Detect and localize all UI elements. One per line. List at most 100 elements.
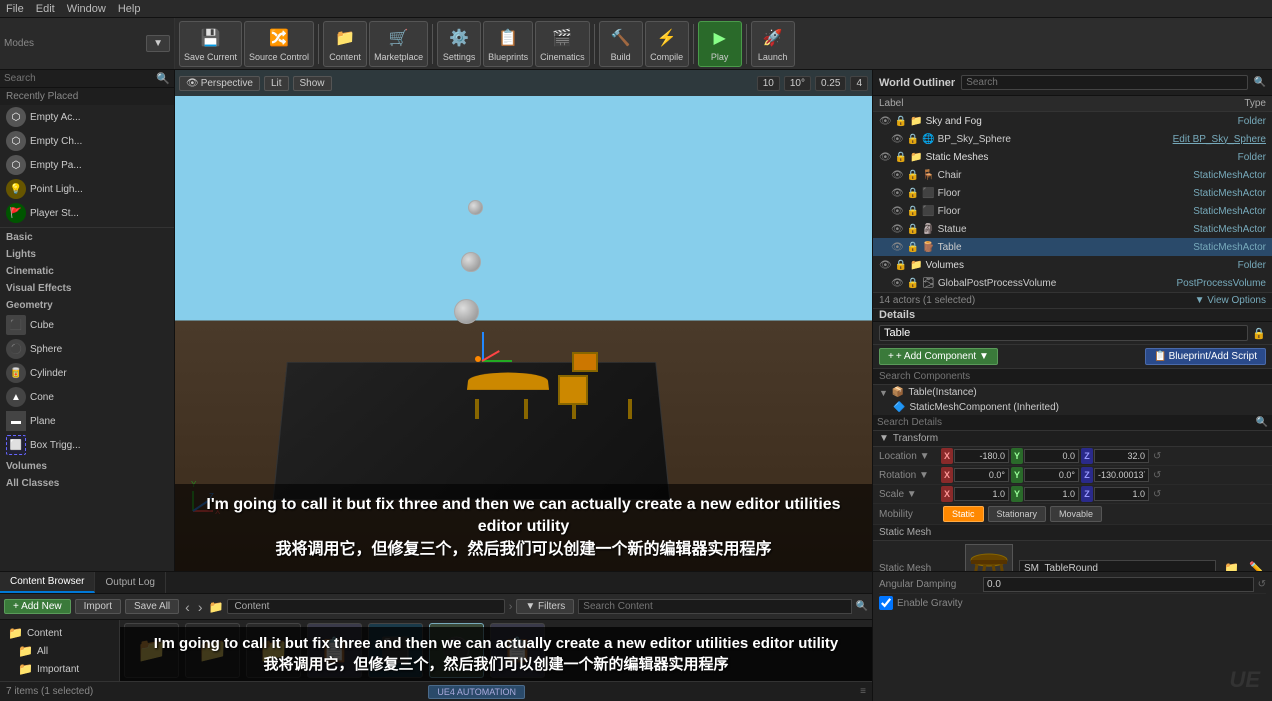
- menu-edit[interactable]: Edit: [36, 3, 55, 15]
- cat-volumes[interactable]: Volumes: [0, 457, 174, 474]
- list-item[interactable]: ▬ Plane: [0, 409, 174, 433]
- content-search-input[interactable]: [578, 599, 851, 614]
- outliner-row[interactable]: 👁 🔒 📁 Static Meshes Folder: [873, 148, 1272, 166]
- save-current-button[interactable]: 💾 Save Current: [179, 21, 242, 67]
- transform-section-header[interactable]: ▼ Transform: [873, 431, 1272, 447]
- outliner-row[interactable]: 👁 🔒 📁 Volumes Folder: [873, 256, 1272, 274]
- component-child-row[interactable]: 🔷 StaticMeshComponent (Inherited): [873, 400, 1272, 415]
- list-item[interactable]: ⬡ Empty Ch...: [0, 129, 174, 153]
- location-z-input[interactable]: [1094, 449, 1149, 463]
- location-x-input[interactable]: [954, 449, 1009, 463]
- settings-button[interactable]: ⚙️ Settings: [437, 21, 481, 67]
- cat-cinematic[interactable]: Cinematic: [0, 262, 174, 279]
- menu-help[interactable]: Help: [118, 3, 141, 15]
- location-row: Location ▼ X Y Z ↺: [873, 447, 1272, 466]
- details-name-field[interactable]: [879, 325, 1248, 341]
- scale-y-input[interactable]: [1024, 487, 1079, 501]
- filters-button[interactable]: ▼ Filters: [516, 599, 574, 614]
- list-item[interactable]: 🥫 Cylinder: [0, 361, 174, 385]
- mesh-edit-btn[interactable]: ✏️: [1247, 559, 1266, 571]
- sidebar-item-all[interactable]: 📁 All: [4, 642, 115, 660]
- cat-basic[interactable]: Basic: [0, 228, 174, 245]
- component-root-row[interactable]: ▼ 📦 Table(Instance): [873, 385, 1272, 400]
- location-y-input[interactable]: [1024, 449, 1079, 463]
- coord4-btn[interactable]: 4: [850, 76, 868, 91]
- outliner-search-input[interactable]: [961, 75, 1247, 90]
- show-btn[interactable]: Show: [293, 76, 332, 91]
- outliner-row[interactable]: 👁 🔒 📁 Sky and Fog Folder: [873, 112, 1272, 130]
- location-reset-btn[interactable]: ↺: [1153, 451, 1161, 462]
- blueprints-icon: 📋: [496, 26, 520, 50]
- cat-all-classes[interactable]: All Classes: [0, 474, 174, 491]
- add-new-button[interactable]: + Add New: [4, 599, 71, 614]
- scale-x-input[interactable]: [954, 487, 1009, 501]
- marketplace-button[interactable]: 🛒 Marketplace: [369, 21, 428, 67]
- menu-window[interactable]: Window: [67, 3, 106, 15]
- coord1-btn[interactable]: 10: [757, 76, 780, 91]
- compile-button[interactable]: ⚡ Compile: [645, 21, 689, 67]
- list-item[interactable]: 💡 Point Ligh...: [0, 177, 174, 201]
- mesh-name-input[interactable]: [1019, 560, 1216, 572]
- tab-output-log[interactable]: Output Log: [95, 572, 165, 593]
- rotation-z-input[interactable]: [1094, 468, 1149, 482]
- list-item[interactable]: ⚫ Sphere: [0, 337, 174, 361]
- ue4-automation-button[interactable]: UE4 AUTOMATION: [428, 685, 525, 699]
- scale-z-input[interactable]: [1094, 487, 1149, 501]
- cinematics-button[interactable]: 🎬 Cinematics: [535, 21, 590, 67]
- outliner-row[interactable]: 👁 🔒 🪑 Chair StaticMeshActor: [873, 166, 1272, 184]
- build-button[interactable]: 🔨 Build: [599, 21, 643, 67]
- sidebar-item-important[interactable]: 📁 Important: [4, 660, 115, 678]
- rotation-x-input[interactable]: [954, 468, 1009, 482]
- bottom-right-panel: Angular Damping ↺ Enable Gravity UE: [872, 572, 1272, 701]
- cat-lights[interactable]: Lights: [0, 245, 174, 262]
- perspective-btn[interactable]: 👁 Perspective: [179, 76, 260, 91]
- import-button[interactable]: Import: [75, 599, 121, 614]
- z-axis-label: Z: [1081, 448, 1093, 464]
- menu-file[interactable]: File: [6, 3, 24, 15]
- outliner-row[interactable]: 👁 🔒 🗿 Statue StaticMeshActor: [873, 220, 1272, 238]
- outliner-row-selected[interactable]: 👁 🔒 🪵 Table StaticMeshActor: [873, 238, 1272, 256]
- tab-content-browser[interactable]: Content Browser: [0, 572, 95, 593]
- sidebar-item-content[interactable]: 📁 Content: [4, 624, 115, 642]
- enable-gravity-checkbox[interactable]: [879, 596, 893, 610]
- search-components-input[interactable]: [873, 369, 1272, 385]
- outliner-row[interactable]: 👁 🔒 🌫 GlobalPostProcessVolume PostProces…: [873, 274, 1272, 292]
- cat-visual-effects[interactable]: Visual Effects: [0, 279, 174, 296]
- list-item[interactable]: 🚩 Player St...: [0, 201, 174, 225]
- coord3-btn[interactable]: 0.25: [815, 76, 846, 91]
- angular-damping-label: Angular Damping: [879, 579, 979, 590]
- nav-back-btn[interactable]: ‹: [183, 599, 192, 615]
- outliner-row[interactable]: 👁 🔒 ⬛ Floor StaticMeshActor: [873, 202, 1272, 220]
- launch-button[interactable]: 🚀 Launch: [751, 21, 795, 67]
- search-details-input[interactable]: [877, 417, 1256, 428]
- rotation-y-input[interactable]: [1024, 468, 1079, 482]
- mode-select-btn[interactable]: ▼: [146, 35, 170, 52]
- cat-geometry[interactable]: Geometry: [0, 296, 174, 313]
- outliner-row[interactable]: 👁 🔒 🌐 BP_Sky_Sphere Edit BP_Sky_Sphere: [873, 130, 1272, 148]
- mesh-browse-btn[interactable]: 📁: [1222, 559, 1241, 571]
- scale-reset-btn[interactable]: ↺: [1153, 489, 1161, 500]
- angular-damping-input[interactable]: [983, 577, 1254, 592]
- save-all-button[interactable]: Save All: [125, 599, 179, 614]
- content-button[interactable]: 📁 Content: [323, 21, 367, 67]
- blueprints-button[interactable]: 📋 Blueprints: [483, 21, 533, 67]
- lit-btn[interactable]: Lit: [264, 76, 289, 91]
- list-item[interactable]: ▲ Cone: [0, 385, 174, 409]
- list-item[interactable]: ⬜ Box Trigg...: [0, 433, 174, 457]
- play-button[interactable]: ▶ Play: [698, 21, 742, 67]
- list-item[interactable]: ⬡ Empty Pa...: [0, 153, 174, 177]
- source-control-button[interactable]: 🔀 Source Control: [244, 21, 314, 67]
- mobility-static-btn[interactable]: Static: [943, 506, 984, 522]
- outliner-row[interactable]: 👁 🔒 ⬛ Floor StaticMeshActor: [873, 184, 1272, 202]
- view-options-button[interactable]: ▼ View Options: [1195, 295, 1266, 306]
- mobility-movable-btn[interactable]: Movable: [1050, 506, 1102, 522]
- add-component-button[interactable]: + + Add Component ▼: [879, 348, 998, 365]
- blueprint-add-script-button[interactable]: 📋 Blueprint/Add Script: [1145, 348, 1266, 365]
- nav-forward-btn[interactable]: ›: [196, 599, 205, 615]
- rotation-reset-btn[interactable]: ↺: [1153, 470, 1161, 481]
- coord2-btn[interactable]: 10°: [784, 76, 811, 91]
- list-item[interactable]: ⬡ Empty Ac...: [0, 105, 174, 129]
- place-search-input[interactable]: [4, 73, 156, 84]
- mobility-stationary-btn[interactable]: Stationary: [988, 506, 1047, 522]
- list-item[interactable]: ⬛ Cube: [0, 313, 174, 337]
